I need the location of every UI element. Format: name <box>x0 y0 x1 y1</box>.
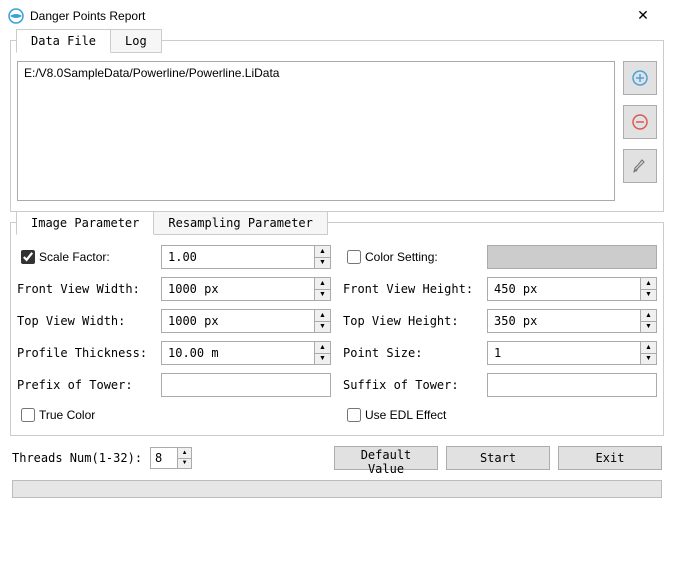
exit-button[interactable]: Exit <box>558 446 662 470</box>
spin-down-icon[interactable]: ▼ <box>314 322 330 333</box>
default-value-button[interactable]: Default Value <box>334 446 438 470</box>
top-tabs: Data File Log <box>16 29 657 53</box>
tab-image-parameter[interactable]: Image Parameter <box>16 211 154 235</box>
start-button[interactable]: Start <box>446 446 550 470</box>
field-top-view-width: Top View Width: ▲▼ <box>17 309 331 333</box>
minus-circle-icon <box>632 114 648 130</box>
spin-up-icon[interactable]: ▲ <box>314 278 330 290</box>
plus-circle-icon <box>632 70 648 86</box>
front-view-width-label: Front View Width: <box>17 282 161 296</box>
use-edl-checkbox[interactable] <box>347 408 361 422</box>
suffix-tower-input[interactable] <box>487 373 657 397</box>
scale-factor-label[interactable]: Scale Factor: <box>17 247 161 267</box>
suffix-tower-label: Suffix of Tower: <box>343 378 487 392</box>
front-view-width-input[interactable] <box>161 277 331 301</box>
file-list[interactable]: E:/V8.0SampleData/Powerline/Powerline.Li… <box>17 61 615 201</box>
spin-down-icon[interactable]: ▼ <box>640 322 656 333</box>
threads-label: Threads Num(1-32): <box>12 451 142 465</box>
use-edl-field[interactable]: Use EDL Effect <box>343 405 657 425</box>
true-color-checkbox[interactable] <box>21 408 35 422</box>
color-setting-label[interactable]: Color Setting: <box>343 247 487 267</box>
scale-factor-checkbox[interactable] <box>21 250 35 264</box>
top-view-height-label: Top View Height: <box>343 314 487 328</box>
clear-files-button[interactable] <box>623 149 657 183</box>
top-view-height-input[interactable] <box>487 309 657 333</box>
spin-up-icon[interactable]: ▲ <box>640 310 656 322</box>
app-icon <box>8 8 24 24</box>
tab-resampling-parameter[interactable]: Resampling Parameter <box>153 211 328 235</box>
field-front-view-width: Front View Width: ▲▼ <box>17 277 331 301</box>
footer-row: Threads Num(1-32): ▲▼ Default Value Star… <box>12 446 662 470</box>
add-file-button[interactable] <box>623 61 657 95</box>
color-swatch[interactable] <box>487 245 657 269</box>
scale-factor-spinner: ▲▼ <box>314 246 330 268</box>
file-row: E:/V8.0SampleData/Powerline/Powerline.Li… <box>17 61 657 201</box>
front-view-height-input[interactable] <box>487 277 657 301</box>
spin-down-icon[interactable]: ▼ <box>640 354 656 365</box>
close-button[interactable]: ✕ <box>620 1 666 31</box>
dialog-window: Danger Points Report ✕ Data File Log E:/… <box>0 0 674 585</box>
dialog-body: Data File Log E:/V8.0SampleData/Powerlin… <box>0 32 674 508</box>
tab-log[interactable]: Log <box>110 29 162 53</box>
spin-up-icon[interactable]: ▲ <box>314 342 330 354</box>
window-title: Danger Points Report <box>30 9 620 23</box>
spin-up-icon[interactable]: ▲ <box>640 278 656 290</box>
spin-up-icon[interactable]: ▲ <box>314 310 330 322</box>
spin-down-icon[interactable]: ▼ <box>314 290 330 301</box>
use-edl-label: Use EDL Effect <box>365 408 446 422</box>
field-profile-thickness: Profile Thickness: ▲▼ <box>17 341 331 365</box>
field-point-size: Point Size: ▲▼ <box>343 341 657 365</box>
top-view-width-label: Top View Width: <box>17 314 161 328</box>
param-tabs: Image Parameter Resampling Parameter <box>16 211 657 235</box>
close-icon: ✕ <box>637 7 649 24</box>
field-prefix-tower: Prefix of Tower: <box>17 373 331 397</box>
point-size-input[interactable] <box>487 341 657 365</box>
list-item[interactable]: E:/V8.0SampleData/Powerline/Powerline.Li… <box>24 66 608 80</box>
remove-file-button[interactable] <box>623 105 657 139</box>
field-suffix-tower: Suffix of Tower: <box>343 373 657 397</box>
profile-thickness-label: Profile Thickness: <box>17 346 161 360</box>
file-group: Data File Log E:/V8.0SampleData/Powerlin… <box>10 40 664 212</box>
spin-down-icon[interactable]: ▼ <box>178 459 191 469</box>
file-buttons <box>623 61 657 183</box>
true-color-field[interactable]: True Color <box>17 405 331 425</box>
progress-bar <box>12 480 662 498</box>
spin-down-icon[interactable]: ▼ <box>314 258 330 269</box>
spin-up-icon[interactable]: ▲ <box>314 246 330 258</box>
field-scale-factor: Scale Factor: ▲▼ <box>17 245 331 269</box>
top-view-width-input[interactable] <box>161 309 331 333</box>
spin-down-icon[interactable]: ▼ <box>314 354 330 365</box>
scale-factor-input[interactable] <box>161 245 331 269</box>
color-setting-checkbox[interactable] <box>347 250 361 264</box>
threads-input[interactable] <box>150 447 178 469</box>
true-color-label: True Color <box>39 408 95 422</box>
param-body: Scale Factor: ▲▼ Color Setting: Fron <box>17 245 657 425</box>
spin-down-icon[interactable]: ▼ <box>640 290 656 301</box>
threads-spinner: ▲▼ <box>150 447 192 469</box>
broom-icon <box>632 158 648 174</box>
field-color-setting: Color Setting: <box>343 245 657 269</box>
front-view-height-label: Front View Height: <box>343 282 487 296</box>
field-front-view-height: Front View Height: ▲▼ <box>343 277 657 301</box>
tab-data-file[interactable]: Data File <box>16 29 111 53</box>
prefix-tower-label: Prefix of Tower: <box>17 378 161 392</box>
profile-thickness-input[interactable] <box>161 341 331 365</box>
field-top-view-height: Top View Height: ▲▼ <box>343 309 657 333</box>
point-size-label: Point Size: <box>343 346 487 360</box>
spin-up-icon[interactable]: ▲ <box>178 448 191 459</box>
spin-up-icon[interactable]: ▲ <box>640 342 656 354</box>
titlebar: Danger Points Report ✕ <box>0 0 674 32</box>
prefix-tower-input[interactable] <box>161 373 331 397</box>
param-group: Image Parameter Resampling Parameter Sca… <box>10 222 664 436</box>
